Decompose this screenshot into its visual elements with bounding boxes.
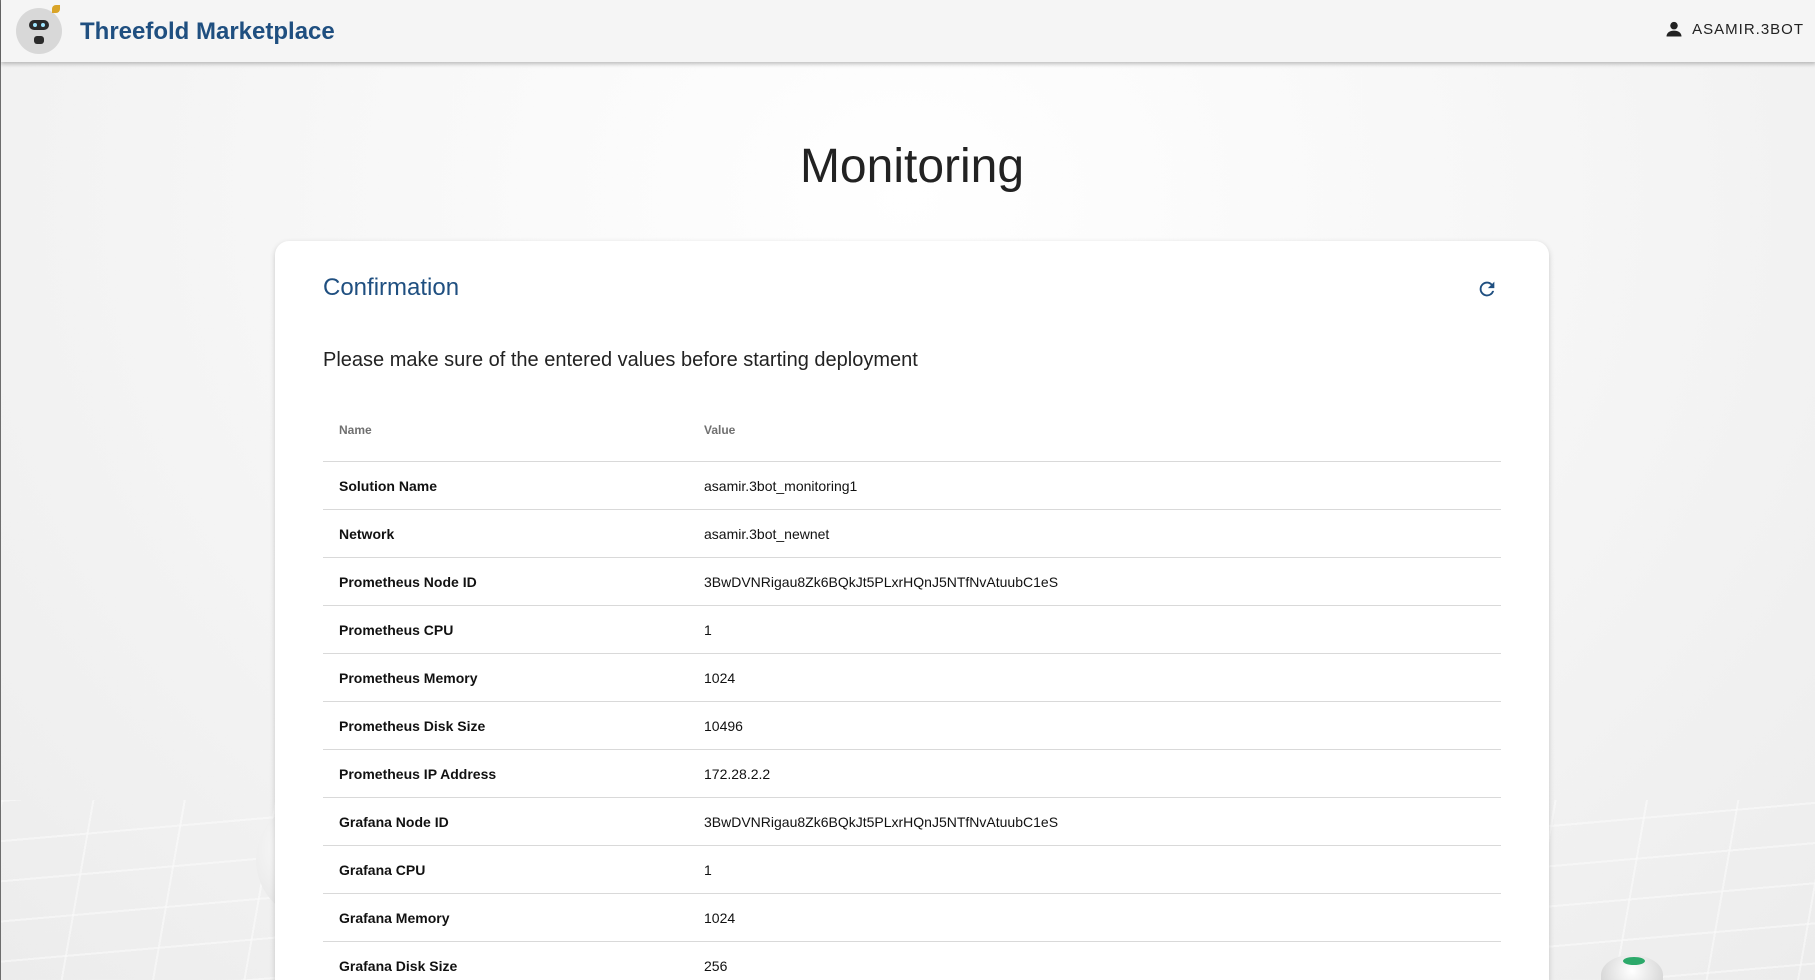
row-value: 3BwDVNRigau8Zk6BQkJt5PLxrHQnJ5NTfNvAtuub…: [704, 573, 1059, 590]
logo-leaf: [52, 5, 60, 13]
confirmation-card: Confirmation Please make sure of the ent…: [275, 241, 1549, 980]
table-row: Prometheus CPU 1: [323, 606, 1501, 654]
table-row: Prometheus Memory 1024: [323, 654, 1501, 702]
app-header: Threefold Marketplace ASAMIR.3BOT: [1, 0, 1815, 62]
table-row: Network asamir.3bot_newnet: [323, 510, 1501, 558]
row-value: 172.28.2.2: [704, 765, 771, 782]
refresh-icon: [1479, 281, 1495, 297]
logo-eyes: [29, 20, 49, 30]
table-row: Solution Name asamir.3bot_monitoring1: [323, 462, 1501, 510]
threefold-logo-icon[interactable]: [16, 5, 62, 54]
row-name: Grafana Node ID: [339, 813, 449, 830]
table-row: Prometheus Disk Size 10496: [323, 702, 1501, 750]
row-value: 1: [704, 621, 712, 638]
row-value: 256: [704, 957, 728, 974]
header-name: Name: [339, 423, 372, 437]
row-name: Prometheus Disk Size: [339, 717, 486, 734]
header-value: Value: [704, 423, 736, 437]
row-name: Grafana Memory: [339, 909, 450, 926]
row-name: Prometheus IP Address: [339, 765, 497, 782]
row-name: Grafana CPU: [339, 861, 426, 878]
user-menu-button[interactable]: ASAMIR.3BOT: [1664, 19, 1804, 39]
confirmation-table: Name Value Solution Name asamir.3bot_mon…: [323, 399, 1501, 980]
table-row: Grafana CPU 1: [323, 846, 1501, 894]
table-row: Grafana Disk Size 256: [323, 942, 1501, 980]
background-robot-light: [1623, 957, 1645, 965]
row-name: Prometheus CPU: [339, 621, 454, 638]
table-row: Grafana Node ID 3BwDVNRigau8Zk6BQkJt5PLx…: [323, 798, 1501, 846]
user-name: ASAMIR.3BOT: [1692, 20, 1804, 38]
table-header: Name Value: [323, 399, 1501, 462]
account-icon: [1664, 19, 1684, 39]
table-row: Prometheus IP Address 172.28.2.2: [323, 750, 1501, 798]
table-row: Grafana Memory 1024: [323, 894, 1501, 942]
confirmation-message: Please make sure of the entered values b…: [323, 349, 918, 371]
row-name: Network: [339, 525, 395, 542]
row-value: 1024: [704, 909, 736, 926]
logo-mouth: [34, 36, 44, 44]
table-row: Prometheus Node ID 3BwDVNRigau8Zk6BQkJt5…: [323, 558, 1501, 606]
brand-title[interactable]: Threefold Marketplace: [80, 18, 335, 46]
row-value: asamir.3bot_newnet: [704, 525, 830, 542]
row-value: 1: [704, 861, 712, 878]
row-name: Solution Name: [339, 477, 438, 494]
row-name: Prometheus Node ID: [339, 573, 477, 590]
row-value: asamir.3bot_monitoring1: [704, 477, 858, 494]
row-value: 1024: [704, 669, 736, 686]
refresh-button[interactable]: [1473, 275, 1501, 303]
row-name: Prometheus Memory: [339, 669, 478, 686]
row-name: Grafana Disk Size: [339, 957, 458, 974]
card-title: Confirmation: [323, 274, 460, 301]
page-title: Monitoring: [799, 140, 1025, 193]
row-value: 10496: [704, 717, 743, 734]
row-value: 3BwDVNRigau8Zk6BQkJt5PLxrHQnJ5NTfNvAtuub…: [704, 813, 1059, 830]
